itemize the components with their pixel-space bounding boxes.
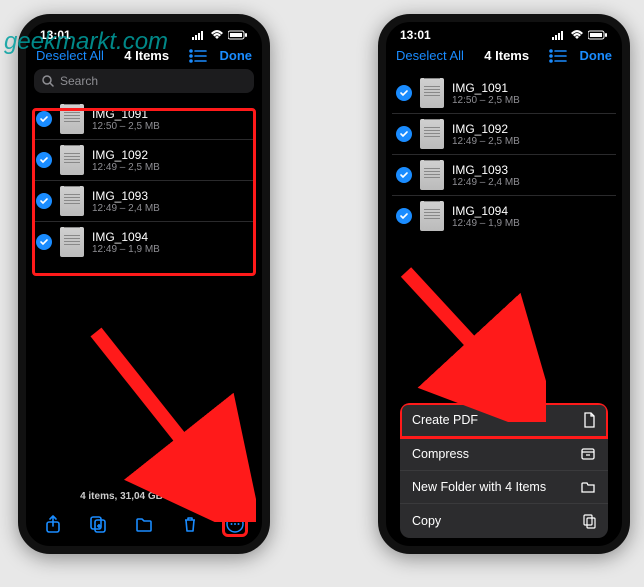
nav-bar: Deselect All 4 Items Done — [26, 44, 262, 69]
wifi-icon — [570, 30, 584, 40]
status-bar: 13:01 — [386, 22, 622, 44]
file-list: IMG_109112:50 – 2,5 MB IMG_109212:49 – 2… — [26, 99, 262, 262]
file-row[interactable]: IMG_109312:49 – 2,4 MB — [392, 155, 616, 196]
ctx-label: Create PDF — [412, 413, 478, 427]
file-thumbnail — [60, 145, 84, 175]
file-thumbnail — [420, 119, 444, 149]
checkbox-checked-icon[interactable] — [36, 152, 52, 168]
phone-left: 13:01 Deselect All 4 Items Done Search I… — [18, 14, 270, 554]
file-thumbnail — [60, 227, 84, 257]
checkbox-checked-icon[interactable] — [36, 234, 52, 250]
checkbox-checked-icon[interactable] — [396, 126, 412, 142]
nav-bar: Deselect All 4 Items Done — [386, 44, 622, 69]
footer-status: 4 items, 31,04 GB available — [26, 491, 262, 502]
ctx-new-folder[interactable]: New Folder with 4 Items — [400, 471, 608, 504]
search-placeholder: Search — [60, 74, 98, 88]
view-toggle-icon[interactable] — [549, 49, 567, 63]
file-sub: 12:50 – 2,5 MB — [92, 121, 160, 132]
file-thumbnail — [60, 186, 84, 216]
file-sub: 12:49 – 1,9 MB — [92, 244, 160, 255]
file-row[interactable]: IMG_109412:49 – 1,9 MB — [32, 222, 256, 262]
file-list: IMG_109112:50 – 2,5 MB IMG_109212:49 – 2… — [386, 73, 622, 236]
file-row[interactable]: IMG_109212:49 – 2,5 MB — [32, 140, 256, 181]
file-name: IMG_1091 — [92, 107, 160, 121]
move-button[interactable] — [126, 509, 162, 539]
file-sub: 12:50 – 2,5 MB — [452, 95, 520, 106]
deselect-all-button[interactable]: Deselect All — [396, 48, 464, 63]
file-name: IMG_1092 — [452, 122, 520, 136]
file-thumbnail — [420, 160, 444, 190]
file-name: IMG_1091 — [452, 81, 520, 95]
ctx-label: New Folder with 4 Items — [412, 480, 546, 494]
more-button[interactable] — [217, 509, 253, 539]
file-thumbnail — [420, 201, 444, 231]
share-button[interactable] — [35, 509, 71, 539]
checkbox-checked-icon[interactable] — [396, 85, 412, 101]
folder-plus-icon — [580, 480, 596, 494]
view-toggle-icon[interactable] — [189, 49, 207, 63]
ctx-label: Compress — [412, 447, 469, 461]
file-row[interactable]: IMG_109312:49 – 2,4 MB — [32, 181, 256, 222]
done-button[interactable]: Done — [579, 48, 612, 63]
battery-icon — [228, 30, 248, 40]
file-sub: 12:49 – 2,5 MB — [92, 162, 160, 173]
checkbox-checked-icon[interactable] — [396, 167, 412, 183]
file-thumbnail — [420, 78, 444, 108]
checkbox-checked-icon[interactable] — [36, 193, 52, 209]
checkbox-checked-icon[interactable] — [396, 208, 412, 224]
nav-title: 4 Items — [124, 48, 169, 63]
signal-icon — [552, 30, 566, 40]
search-field[interactable]: Search — [34, 69, 254, 93]
deselect-all-button[interactable]: Deselect All — [36, 48, 104, 63]
search-icon — [42, 75, 54, 87]
document-icon — [582, 412, 596, 428]
file-sub: 12:49 – 2,5 MB — [452, 136, 520, 147]
annotation-arrow — [396, 262, 546, 422]
status-icons — [192, 30, 248, 40]
checkbox-checked-icon[interactable] — [36, 111, 52, 127]
file-name: IMG_1094 — [452, 204, 520, 218]
toolbar — [26, 506, 262, 546]
nav-title: 4 Items — [484, 48, 529, 63]
done-button[interactable]: Done — [219, 48, 252, 63]
file-row[interactable]: IMG_109212:49 – 2,5 MB — [392, 114, 616, 155]
ctx-compress[interactable]: Compress — [400, 438, 608, 471]
file-name: IMG_1093 — [92, 189, 160, 203]
ctx-label: Copy — [412, 514, 441, 528]
file-sub: 12:49 – 1,9 MB — [452, 218, 520, 229]
duplicate-button[interactable] — [80, 509, 116, 539]
signal-icon — [192, 30, 206, 40]
file-sub: 12:49 – 2,4 MB — [92, 203, 160, 214]
delete-button[interactable] — [172, 509, 208, 539]
ellipsis-icon — [226, 515, 244, 533]
battery-icon — [588, 30, 608, 40]
file-row[interactable]: IMG_109412:49 – 1,9 MB — [392, 196, 616, 236]
status-bar: 13:01 — [26, 22, 262, 44]
context-menu: Create PDF Compress New Folder with 4 It… — [400, 403, 608, 538]
ctx-copy[interactable]: Copy — [400, 504, 608, 538]
highlight-more-button — [222, 511, 248, 537]
phone-right: 13:01 Deselect All 4 Items Done IMG_1091… — [378, 14, 630, 554]
copy-icon — [582, 513, 596, 529]
file-name: IMG_1094 — [92, 230, 160, 244]
file-row[interactable]: IMG_109112:50 – 2,5 MB — [392, 73, 616, 114]
ctx-create-pdf[interactable]: Create PDF — [400, 403, 608, 438]
file-name: IMG_1092 — [92, 148, 160, 162]
archive-icon — [580, 447, 596, 461]
file-sub: 12:49 – 2,4 MB — [452, 177, 520, 188]
wifi-icon — [210, 30, 224, 40]
status-time: 13:01 — [400, 28, 431, 42]
file-thumbnail — [60, 104, 84, 134]
status-time: 13:01 — [40, 28, 71, 42]
status-icons — [552, 30, 608, 40]
file-row[interactable]: IMG_109112:50 – 2,5 MB — [32, 99, 256, 140]
file-name: IMG_1093 — [452, 163, 520, 177]
